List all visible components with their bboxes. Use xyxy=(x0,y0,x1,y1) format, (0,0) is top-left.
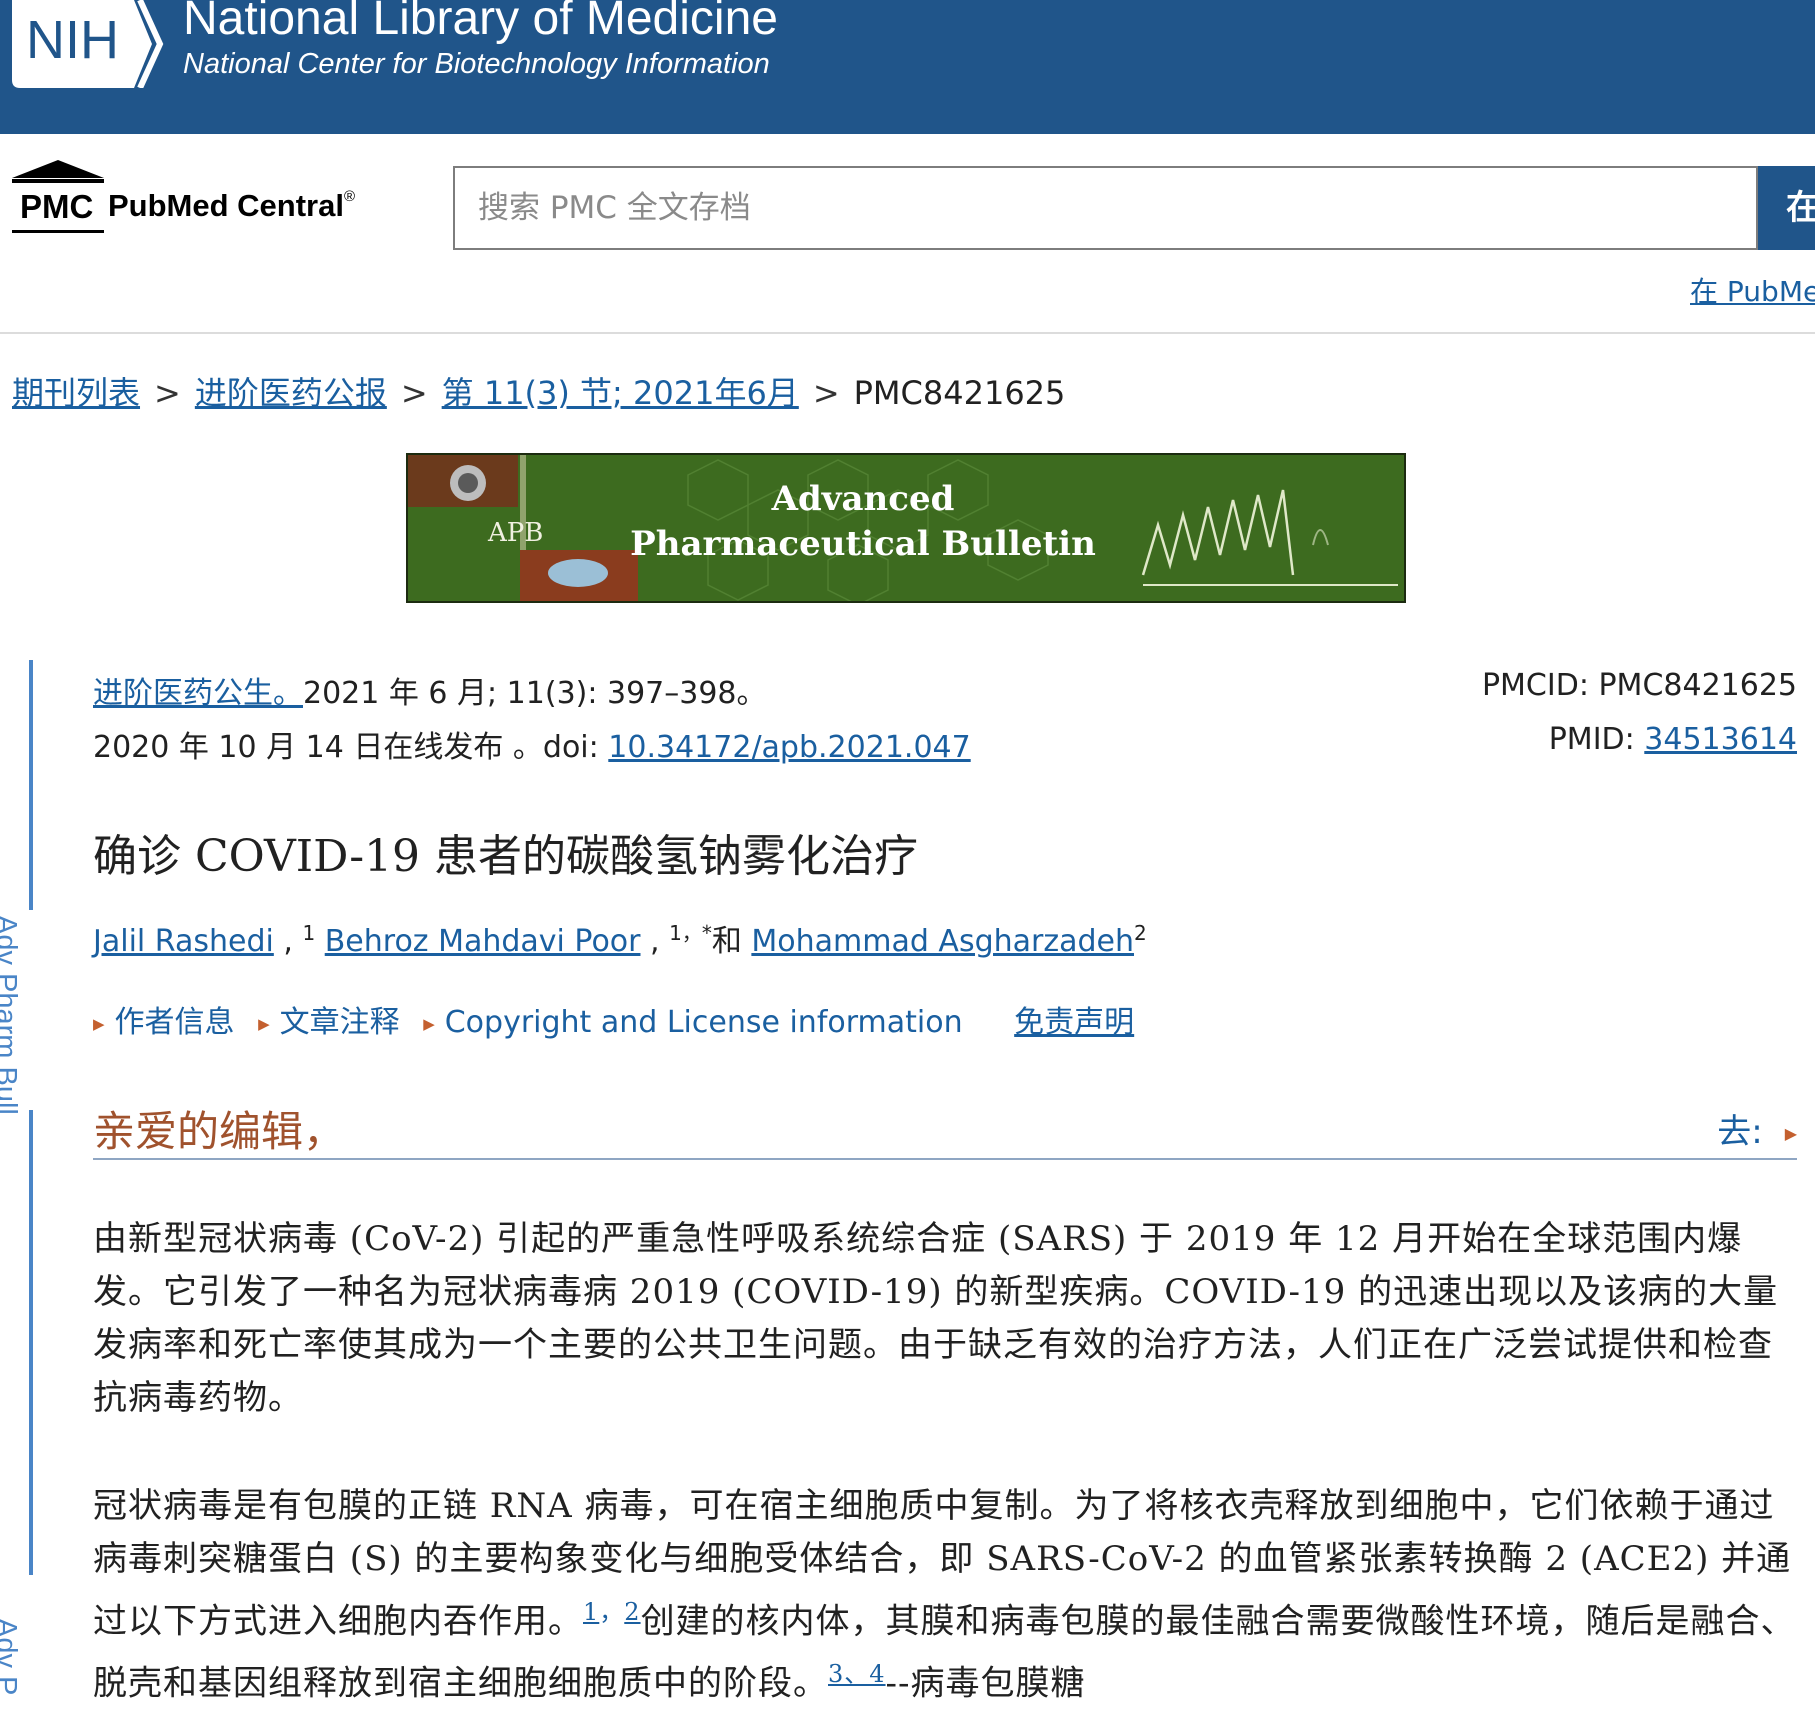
author-separator: , xyxy=(273,924,303,959)
author-affiliation-sup[interactable]: 1 xyxy=(302,921,315,945)
goto-label: 去: xyxy=(1717,1112,1763,1152)
expand-triangle-icon: ▶ xyxy=(258,1014,270,1033)
nih-logo-text: NIH xyxy=(26,10,119,70)
citation-online: 2020 年 10 月 14 日在线发布 。doi: xyxy=(93,730,609,765)
article-title: 确诊 COVID-19 患者的碳酸氢钠雾化治疗 xyxy=(93,831,919,882)
author-list: Jalil Rashedi , 1 Behroz Mahdavi Poor , … xyxy=(93,916,1147,960)
copyright-label: Copyright and License information xyxy=(444,1005,963,1040)
pmc-logo-name-text: PubMed Central xyxy=(108,188,344,223)
nih-logo[interactable]: NIH xyxy=(12,0,172,88)
side-rail-line xyxy=(29,660,33,910)
reference-link[interactable]: 2 xyxy=(624,1598,640,1626)
expand-triangle-icon: ▶ xyxy=(423,1014,435,1033)
pmc-logo[interactable]: PMC PubMed Central® xyxy=(12,160,372,235)
banner-abbr: APB xyxy=(487,518,543,548)
banner-title-line1: Advanced xyxy=(771,479,955,519)
search-input[interactable]: 搜索 PMC 全文存档 xyxy=(453,166,1758,250)
breadcrumb-separator: > xyxy=(812,374,840,412)
goto-menu[interactable]: 去: ▶ xyxy=(1717,1104,1797,1153)
breadcrumb: 期刊列表 > 进阶医药公报 > 第 11(3) 节; 2021年6月 > PMC842162… xyxy=(12,368,1065,414)
article-notes-toggle[interactable]: ▶ 文章注释 xyxy=(258,997,400,1041)
search-button[interactable]: 在 xyxy=(1758,166,1815,250)
journal-banner[interactable]: APB Advanced Pharmaceutical Bulletin xyxy=(406,453,1406,603)
pmc-logo-name: PubMed Central® xyxy=(108,188,355,224)
search-in-pubmed-link[interactable]: 在 PubMe xyxy=(1690,270,1815,310)
author-separator: , xyxy=(640,924,670,959)
reference-link[interactable]: 3、4 xyxy=(828,1660,886,1688)
reference-link[interactable]: 1 xyxy=(583,1598,599,1626)
side-rail-line xyxy=(29,1110,33,1575)
nih-subtitle: National Center for Biotechnology Inform… xyxy=(183,48,770,80)
pmcid: PMCID: PMC8421625 xyxy=(1481,668,1797,703)
citation-journal-link[interactable]: 进阶医药公生。 xyxy=(93,676,303,711)
citation-line: 进阶医药公生。2021 年 6 月; 11(3): 397–398。 xyxy=(93,668,767,712)
author-info-label: 作者信息 xyxy=(114,1005,235,1040)
breadcrumb-separator: > xyxy=(154,374,181,412)
section-divider xyxy=(93,1158,1797,1160)
author-conjunction: 和 xyxy=(711,924,742,959)
banner-title-line2: Pharmaceutical Bulletin xyxy=(630,524,1096,564)
author-affiliation-sup[interactable]: 1，* xyxy=(669,921,712,945)
expand-triangle-icon: ▶ xyxy=(93,1014,105,1033)
pmid-link[interactable]: 34513614 xyxy=(1644,722,1797,757)
side-journal-label-partial[interactable]: Adv P xyxy=(0,1618,22,1695)
body-paragraph: 冠状病毒是有包膜的正链 RNA 病毒，可在宿主细胞质中复制。为了将核衣壳释放到细… xyxy=(93,1480,1797,1711)
pmid-line: PMID: 34513614 xyxy=(1549,722,1797,757)
breadcrumb-journal-list[interactable]: 期刊列表 xyxy=(12,374,140,412)
nih-banner: NIH National Library of Medicine Nationa… xyxy=(0,0,1815,134)
disclaimer-link[interactable]: 免责声明 xyxy=(1014,1005,1134,1040)
pmid-label: PMID: xyxy=(1548,722,1645,757)
citation-online-line: 2020 年 10 月 14 日在线发布 。doi: 10.34172/apb.… xyxy=(93,722,971,766)
citation-details: 2021 年 6 月; 11(3): 397–398。 xyxy=(303,676,767,711)
pmc-logo-underline xyxy=(12,230,104,233)
header-divider xyxy=(0,332,1815,334)
author-link[interactable]: Jalil Rashedi xyxy=(93,924,274,959)
side-rail xyxy=(29,660,33,1690)
copyright-toggle[interactable]: ▶ Copyright and License information xyxy=(423,1005,962,1040)
author-info-toggle[interactable]: ▶ 作者信息 xyxy=(93,997,235,1041)
side-journal-label[interactable]: Adv Pharm Bull xyxy=(0,915,22,1115)
nih-title: National Library of Medicine xyxy=(183,0,778,45)
author-affiliation-sup[interactable]: 2 xyxy=(1134,921,1147,945)
pmc-logo-reg: ® xyxy=(343,188,356,205)
author-link[interactable]: Mohammad Asgharzadeh xyxy=(751,924,1134,959)
pmc-logo-abbr: PMC xyxy=(20,188,94,225)
doi-link[interactable]: 10.34172/apb.2021.047 xyxy=(608,730,970,765)
breadcrumb-issue[interactable]: 第 11(3) 节; 2021年6月 xyxy=(442,374,799,412)
body-text: --病毒包膜糖 xyxy=(885,1663,1086,1704)
breadcrumb-current: PMC8421625 xyxy=(853,374,1066,412)
breadcrumb-journal[interactable]: 进阶医药公报 xyxy=(195,374,387,412)
breadcrumb-separator: > xyxy=(400,374,428,412)
author-link[interactable]: Behroz Mahdavi Poor xyxy=(325,924,641,959)
journal-banner-art: APB Advanced Pharmaceutical Bulletin xyxy=(408,455,1404,601)
pmc-roof-icon xyxy=(12,160,104,183)
reference-separator: ， xyxy=(599,1598,625,1626)
section-heading: 亲爱的编辑， xyxy=(93,1107,346,1156)
body-paragraph: 由新型冠状病毒 (CoV-2) 引起的严重急性呼吸系统综合症 (SARS) 于 … xyxy=(93,1219,1779,1418)
goto-triangle-icon: ▶ xyxy=(1784,1124,1797,1143)
article-info-toggles: ▶ 作者信息 ▶ 文章注释 ▶ Copyright and License infor… xyxy=(93,997,1134,1041)
article-notes-label: 文章注释 xyxy=(279,1005,400,1040)
